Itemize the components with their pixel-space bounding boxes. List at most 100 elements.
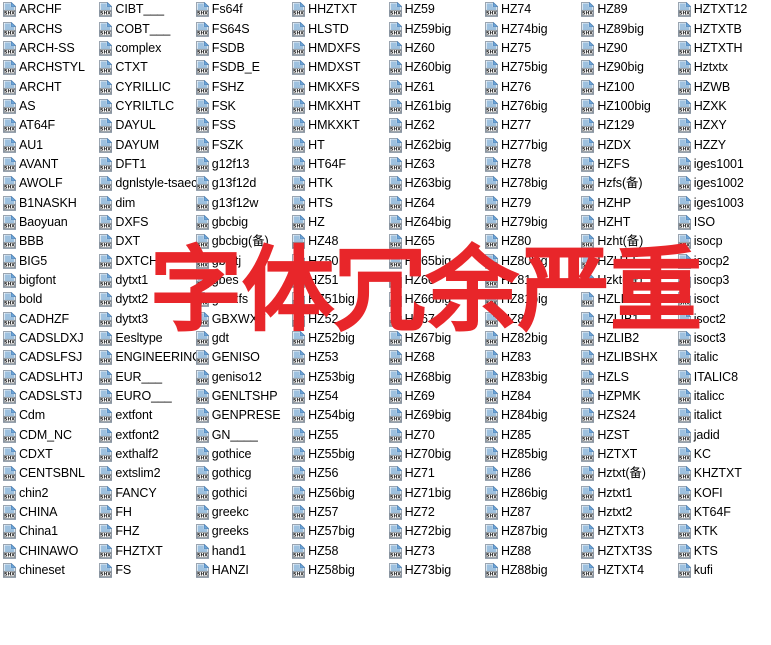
file-item[interactable]: SHX HZ50 [289,251,385,270]
file-item[interactable]: SHX HZ63big [386,174,482,193]
file-item[interactable]: SHX FSS [193,116,289,135]
file-item[interactable]: SHX HZ75 [482,39,578,58]
file-item[interactable]: SHX CADSLHTJ [0,368,96,387]
file-item[interactable]: SHX gbhzfs [193,290,289,309]
file-item[interactable]: SHX dim [96,193,192,212]
file-item[interactable]: SHX HZLIBSHX [578,348,674,367]
file-item[interactable]: SHX GN____ [193,426,289,445]
file-item[interactable]: SHX gdt [193,329,289,348]
file-item[interactable]: SHX extslim2 [96,464,192,483]
file-item[interactable]: SHX HZXK [675,97,771,116]
file-item[interactable]: SHX HTS [289,193,385,212]
file-item[interactable]: SHX HZ69 [386,387,482,406]
file-item[interactable]: SHX HZ82big [482,329,578,348]
file-item[interactable]: SHX HZ86big [482,484,578,503]
file-item[interactable]: SHX HHZTXT [289,0,385,19]
file-item[interactable]: SHX HZ81 [482,271,578,290]
file-item[interactable]: SHX Hzfs(备) [578,174,674,193]
file-item[interactable]: SHX HZLS [578,368,674,387]
file-item[interactable]: SHX AS [0,97,96,116]
file-item[interactable]: SHX HT [289,135,385,154]
file-item[interactable]: SHX Fs64f [193,0,289,19]
file-item[interactable]: SHX HZ84big [482,406,578,425]
file-item[interactable]: SHX HZ68big [386,368,482,387]
file-item[interactable]: SHX FSHZ [193,77,289,96]
file-item[interactable]: SHX isocp [675,232,771,251]
file-item[interactable]: SHX italic [675,348,771,367]
file-item[interactable]: SHX Baoyuan [0,213,96,232]
file-item[interactable]: SHX HZ64big [386,213,482,232]
file-item[interactable]: SHX HZTXT12 [675,0,771,19]
file-item[interactable]: SHX HZ84 [482,387,578,406]
file-item[interactable]: SHX HZTXTH [675,39,771,58]
file-item[interactable]: SHX China1 [0,522,96,541]
file-item[interactable]: SHX CTXT [96,58,192,77]
file-item[interactable]: SHX ENGINEERING [96,348,202,367]
file-item[interactable]: SHX geniso12 [193,368,289,387]
file-item[interactable]: SHX HZ53big [289,368,385,387]
file-item[interactable]: SHX chin2 [0,484,96,503]
file-item[interactable]: SHX HZ57 [289,503,385,522]
file-item[interactable]: SHX HZ80 [482,232,578,251]
file-item[interactable]: SHX HZXY [675,116,771,135]
file-item[interactable]: SHX greeks [193,522,289,541]
file-item[interactable]: SHX HZ89big [578,19,674,38]
file-item[interactable]: SHX DAYUL [96,116,192,135]
file-item[interactable]: SHX HZTXT3 [578,522,674,541]
file-item[interactable]: SHX chineset [0,561,96,580]
file-item[interactable]: SHX HZ69big [386,406,482,425]
file-item[interactable]: SHX FSZK [193,135,289,154]
file-item[interactable]: SHX HT64F [289,155,385,174]
file-item[interactable]: SHX HZLIB2 [578,329,674,348]
file-item[interactable]: SHX g13f12w [193,193,289,212]
file-item[interactable]: SHX BIG5 [0,251,96,270]
file-item[interactable]: SHX isoct3 [675,329,771,348]
file-item[interactable]: SHX HZ59big [386,19,482,38]
file-item[interactable]: SHX HZ66big [386,290,482,309]
file-item[interactable]: SHX FSDB_E [193,58,289,77]
file-item[interactable]: SHX DXFS [96,213,192,232]
file-item[interactable]: SHX HZ71 [386,464,482,483]
file-item[interactable]: SHX HZ76big [482,97,578,116]
file-item[interactable]: SHX GENISO [193,348,289,367]
file-item[interactable]: SHX AU1 [0,135,96,154]
file-item[interactable]: SHX iges1001 [675,155,771,174]
file-item[interactable]: SHX AWOLF [0,174,96,193]
file-item[interactable]: SHX HZ90big [578,58,674,77]
file-item[interactable]: SHX CYRILTLC [96,97,192,116]
file-item[interactable]: SHX KTS [675,542,771,561]
file-item[interactable]: SHX HZ82 [482,310,578,329]
file-item[interactable]: SHX HZPMK [578,387,674,406]
file-item[interactable]: SHX HZLIB [578,290,674,309]
file-item[interactable]: SHX HMKXKT [289,116,385,135]
file-list-grid[interactable]: SHX ARCHF SHX ARCHS SHX ARCH-SS SHX ARCHSTYL SHX… [0,0,771,645]
file-item[interactable]: SHX Eesltype [96,329,192,348]
file-item[interactable]: SHX COBT___ [96,19,192,38]
file-item[interactable]: SHX HZ60big [386,58,482,77]
file-item[interactable]: SHX HZ71big [386,484,482,503]
file-item[interactable]: SHX CADHZF [0,310,96,329]
file-item[interactable]: SHX CHINAWO [0,542,96,561]
file-item[interactable]: SHX HZTXT [578,445,674,464]
file-item[interactable]: SHX Hztxt(备) [578,464,674,483]
file-item[interactable]: SHX HZ65 [386,232,482,251]
file-item[interactable]: SHX HZ74 [482,0,578,19]
file-item[interactable]: SHX HZ70 [386,426,482,445]
file-item[interactable]: SHX GBXWXT [193,310,289,329]
file-item[interactable]: SHX HZ [289,213,385,232]
file-item[interactable]: SHX gothicg [193,464,289,483]
file-item[interactable]: SHX AVANT [0,155,96,174]
file-item[interactable]: SHX HZ76 [482,77,578,96]
file-item[interactable]: SHX HZ67big [386,329,482,348]
file-item[interactable]: SHX HZ53 [289,348,385,367]
file-item[interactable]: SHX ITALIC8 [675,368,771,387]
file-item[interactable]: SHX HZ100 [578,77,674,96]
file-item[interactable]: SHX FHZ [96,522,192,541]
file-item[interactable]: SHX HZ55 [289,426,385,445]
file-item[interactable]: SHX B1NASKH [0,193,96,212]
file-item[interactable]: SHX bold [0,290,96,309]
file-item[interactable]: SHX GENLTSHP [193,387,289,406]
file-item[interactable]: SHX KOFI [675,484,771,503]
file-item[interactable]: SHX HZHTT [578,251,674,270]
file-item[interactable]: SHX CADSLDXJ [0,329,96,348]
